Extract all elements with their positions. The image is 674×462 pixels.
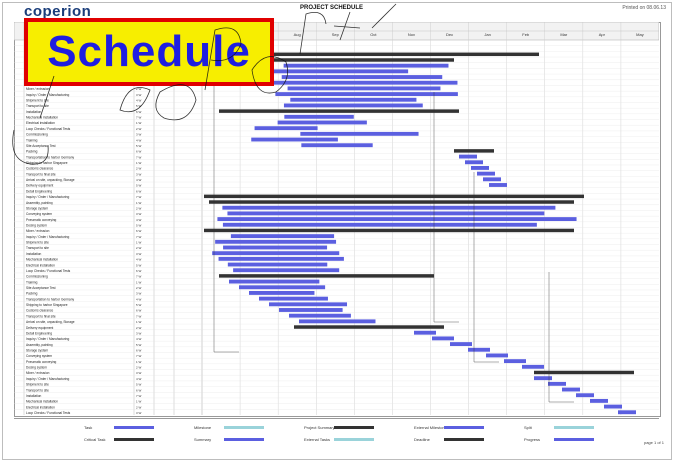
watermark-overlay [12,3,397,165]
